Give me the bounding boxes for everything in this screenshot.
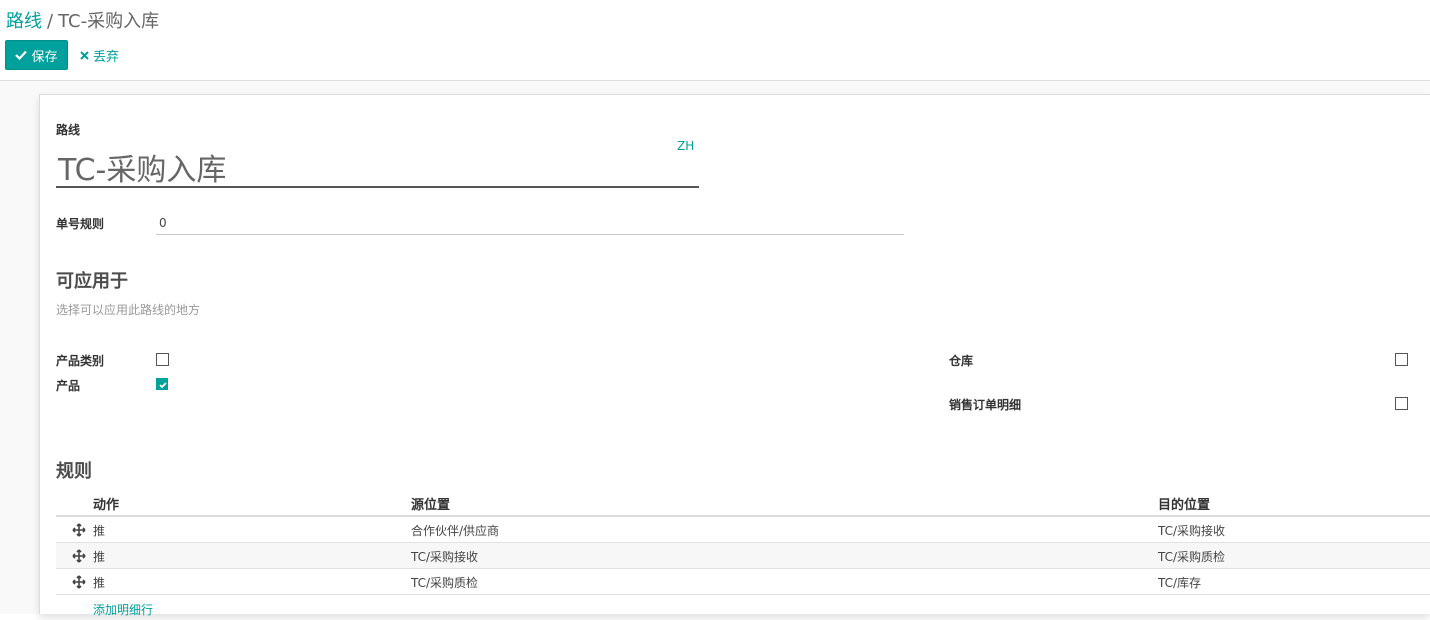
form-sheet: 路线 TC-采购入库 ZH 单号规则 0 可应用于 选择可以应用此路线的地方 产… [39, 94, 1430, 617]
rule-action-cell: 推 [93, 524, 106, 538]
breadcrumb-current: TC-采购入库 [58, 11, 160, 32]
route-name-value: TC-采购入库 [58, 153, 227, 188]
discard-button[interactable]: 丢弃 [80, 46, 119, 65]
rules-table-header: 动作 源位置 目的位置 [56, 490, 1430, 517]
add-line-link[interactable]: 添加明细行 [93, 601, 153, 618]
close-icon [80, 51, 89, 60]
table-row[interactable]: 推 合作伙伴/供应商 TC/采购接收 [56, 517, 1430, 543]
applicable-section-hint: 选择可以应用此路线的地方 [56, 303, 201, 317]
save-button-label: 保存 [31, 49, 58, 65]
rule-destination-cell: TC/库存 [1158, 576, 1202, 590]
rule-destination-cell: TC/采购接收 [1158, 524, 1226, 538]
sequence-value: 0 [159, 216, 167, 230]
rules-table: 动作 源位置 目的位置 推 合作伙伴/供应商 TC/采购接收 推 TC/采购接收… [56, 490, 1430, 620]
discard-button-label: 丢弃 [93, 50, 120, 65]
sale-order-line-label: 销售订单明细 [949, 398, 1022, 412]
column-header-destination[interactable]: 目的位置 [1158, 494, 1210, 513]
table-row[interactable]: 推 TC/采购接收 TC/采购质检 [56, 543, 1430, 569]
warehouse-checkbox[interactable] [1395, 353, 1408, 366]
route-name-input[interactable]: TC-采购入库 [56, 143, 699, 188]
drag-handle-icon[interactable] [72, 548, 86, 563]
breadcrumb: 路线 / TC-采购入库 [6, 7, 159, 33]
checkmark-icon [159, 382, 167, 389]
rule-destination-cell: TC/采购质检 [1158, 550, 1226, 564]
check-icon [15, 50, 28, 60]
sequence-input[interactable]: 0 [156, 213, 904, 235]
rule-action-cell: 推 [93, 576, 106, 590]
rule-source-cell: TC/采购接收 [411, 550, 479, 564]
translate-language-button[interactable]: ZH [677, 139, 694, 153]
rules-table-body: 推 合作伙伴/供应商 TC/采购接收 推 TC/采购接收 TC/采购质检 推 T… [56, 517, 1430, 595]
drag-handle-icon[interactable] [72, 574, 86, 589]
column-header-source[interactable]: 源位置 [411, 494, 450, 513]
drag-handle-icon[interactable] [72, 522, 86, 537]
product-category-label: 产品类别 [56, 354, 105, 368]
breadcrumb-separator: / [47, 11, 54, 32]
rule-source-cell: TC/采购质检 [411, 576, 479, 590]
product-checkbox[interactable] [156, 378, 168, 390]
rules-section-title: 规则 [56, 461, 92, 482]
warehouse-label: 仓库 [949, 354, 974, 368]
sale-order-line-checkbox[interactable] [1395, 397, 1408, 410]
column-header-action[interactable]: 动作 [93, 494, 119, 513]
table-row[interactable]: 推 TC/采购质检 TC/库存 [56, 569, 1430, 595]
save-button[interactable]: 保存 [5, 40, 68, 70]
control-panel: 路线 / TC-采购入库 保存 丢弃 [0, 0, 1430, 81]
breadcrumb-parent-link[interactable]: 路线 [6, 11, 42, 32]
sequence-label: 单号规则 [56, 217, 105, 231]
product-label: 产品 [56, 379, 81, 393]
route-name-label: 路线 [56, 123, 81, 137]
rule-source-cell: 合作伙伴/供应商 [411, 524, 500, 538]
add-line-row: 添加明细行 [56, 595, 1430, 620]
applicable-section-title: 可应用于 [56, 271, 128, 292]
rule-action-cell: 推 [93, 550, 106, 564]
product-category-checkbox[interactable] [156, 353, 169, 366]
